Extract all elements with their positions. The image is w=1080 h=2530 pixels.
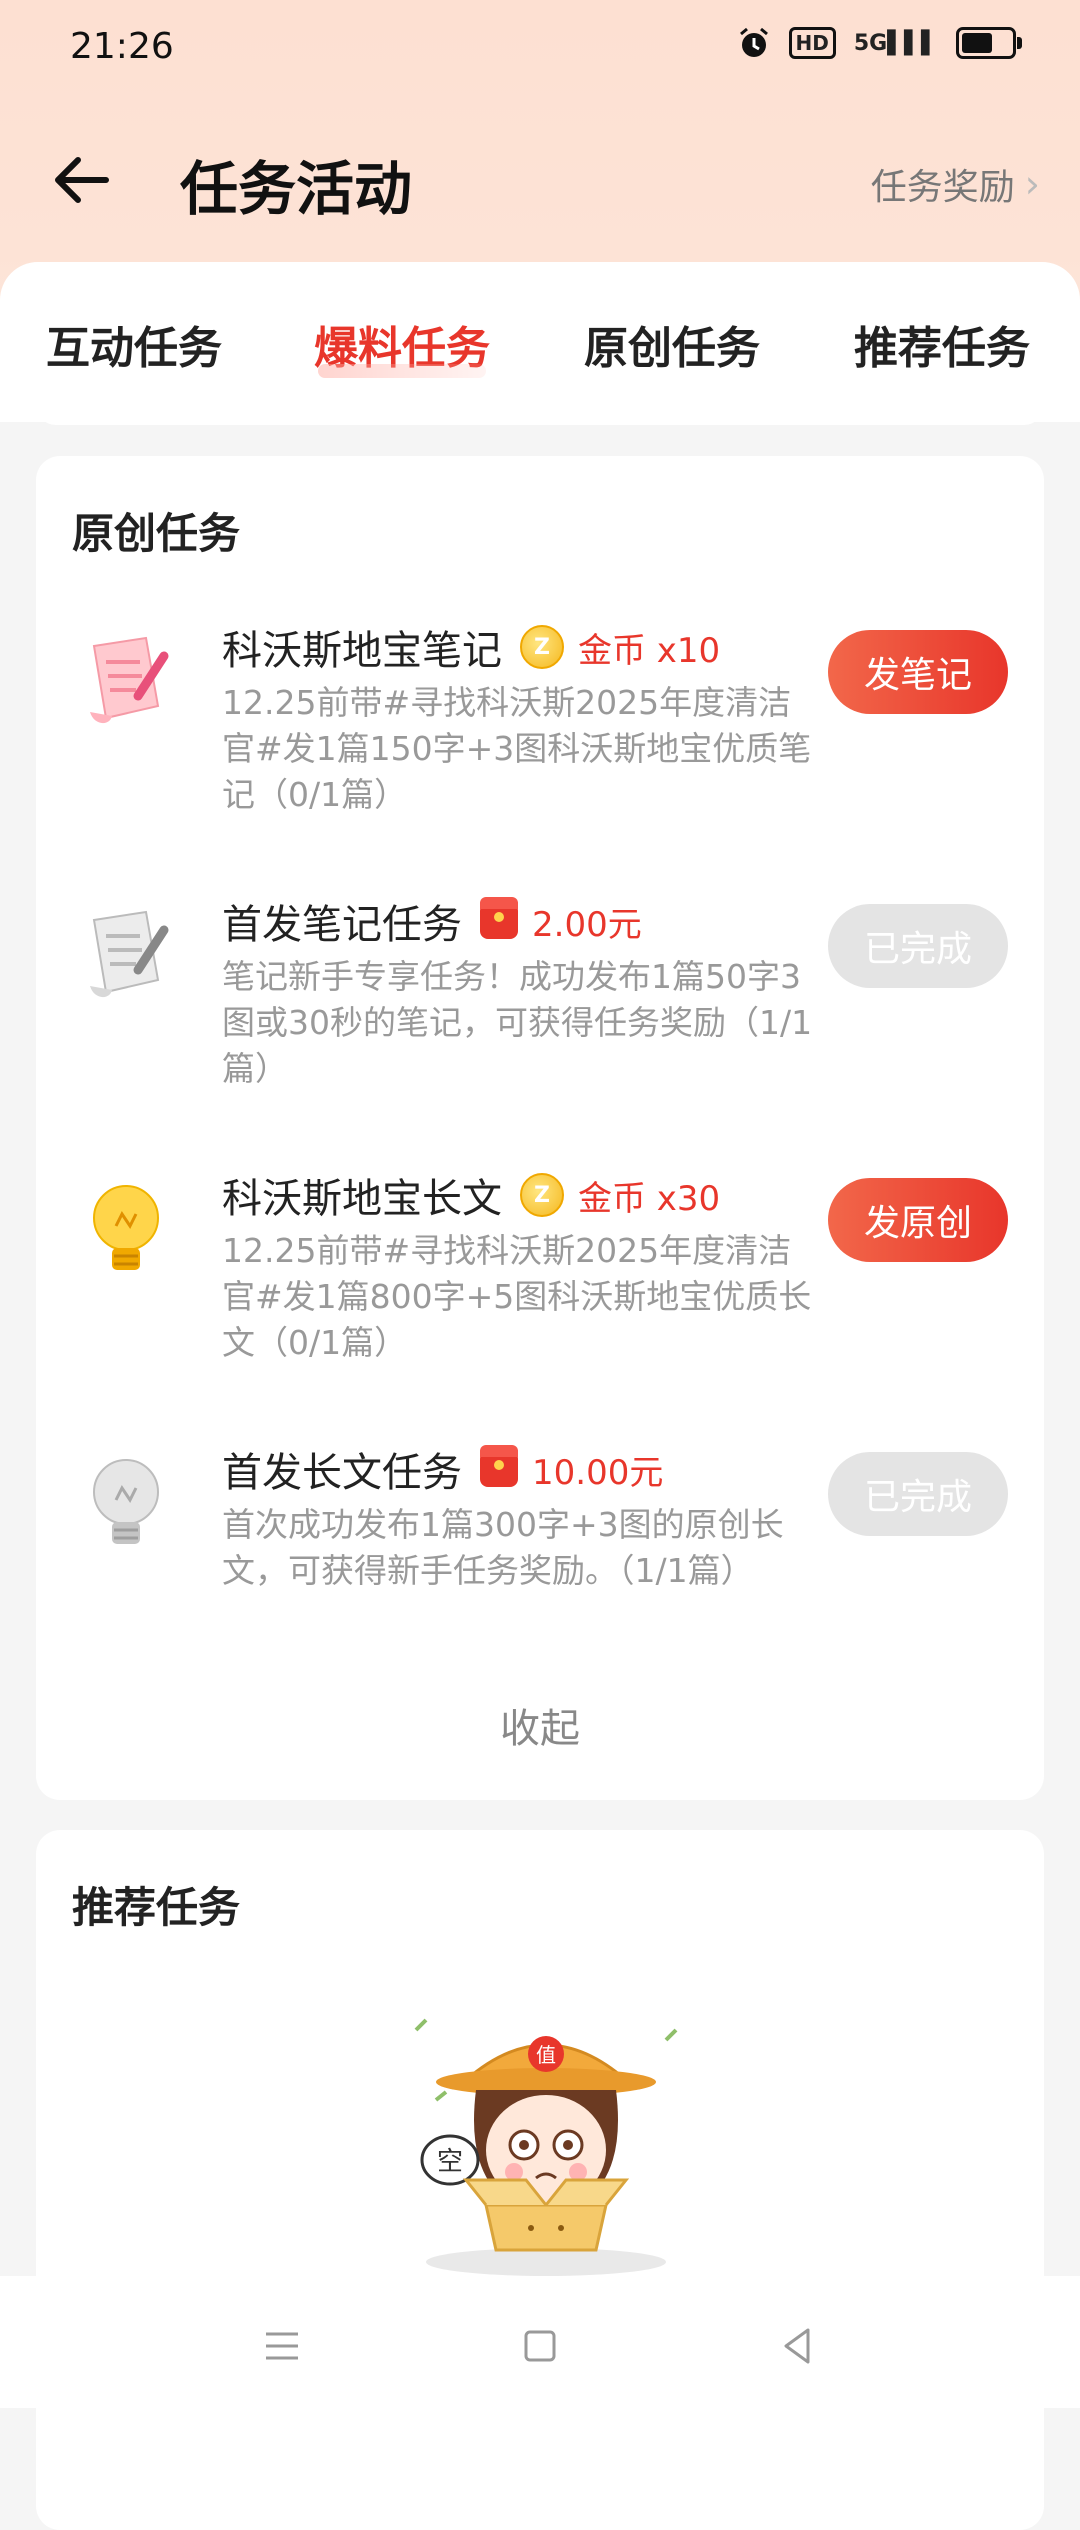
empty-text: 空 bbox=[437, 2147, 463, 2177]
page-title: 任务活动 bbox=[180, 155, 413, 223]
completed-button: 已完成 bbox=[828, 904, 1008, 988]
task-description: 笔记新手专享任务！成功发布1篇50字3图或30秒的笔记，可获得任务奖励（1/1篇… bbox=[222, 957, 813, 1088]
reward-badge: 2.00元 bbox=[480, 897, 642, 946]
recommended-tasks-card: 推荐任务 值 空 bbox=[36, 1830, 1044, 2530]
section-title: 推荐任务 bbox=[72, 1883, 241, 1932]
task-description: 首次成功发布1篇300字+3图的原创长文，可获得新手任务奖励。（1/1篇） bbox=[222, 1505, 784, 1590]
coin-icon: Z bbox=[520, 625, 564, 669]
task-row: 首发长文任务 10.00元 首次成功发布1篇300字+3图的原创长文，可获得新手… bbox=[36, 1418, 1044, 1678]
system-nav-bar bbox=[0, 2276, 1080, 2408]
alarm-icon bbox=[739, 27, 768, 57]
hd-icon: HD bbox=[788, 27, 836, 59]
back-icon[interactable] bbox=[768, 2316, 828, 2376]
reward-label: 金币 x30 bbox=[578, 1178, 721, 1219]
back-arrow-icon[interactable] bbox=[52, 150, 112, 210]
battery-icon bbox=[956, 27, 1022, 59]
status-bar: 21:26 HD 5G▌▌▌ bbox=[0, 0, 1080, 96]
chevron-right-icon: › bbox=[1024, 162, 1040, 206]
task-name: 首发笔记任务 2.00元 bbox=[222, 892, 642, 950]
empty-box-mascot-illustration: 值 空 bbox=[414, 2018, 678, 2276]
tab-original[interactable]: 原创任务 bbox=[584, 312, 760, 376]
collapse-button[interactable]: 收起 bbox=[36, 1696, 1044, 1754]
section-title: 原创任务 bbox=[72, 509, 241, 558]
reward-label: 2.00元 bbox=[532, 904, 642, 945]
post-original-button[interactable]: 发原创 bbox=[828, 1178, 1008, 1262]
red-packet-icon bbox=[480, 1445, 518, 1487]
status-time: 21:26 bbox=[70, 26, 174, 67]
task-row: 科沃斯地宝长文 Z 金币 x30 12.25前带#寻找科沃斯2025年度清洁官#… bbox=[36, 1144, 1044, 1404]
tab-tipoff[interactable]: 爆料任务 bbox=[314, 312, 490, 378]
task-name-text: 科沃斯地宝笔记 bbox=[222, 628, 502, 674]
signal-icon: 5G▌▌▌ bbox=[853, 30, 938, 56]
red-packet-icon bbox=[480, 897, 518, 939]
task-name: 首发长文任务 10.00元 bbox=[222, 1440, 663, 1498]
reward-label: 金币 x10 bbox=[578, 630, 721, 671]
task-description: 12.25前带#寻找科沃斯2025年度清洁官#发1篇150字+3图科沃斯地宝优质… bbox=[222, 683, 812, 814]
menu-icon[interactable] bbox=[252, 2316, 312, 2376]
task-name: 科沃斯地宝笔记 Z 金币 x10 bbox=[222, 618, 720, 676]
task-reward-link[interactable]: 任务奖励 › bbox=[871, 158, 1040, 210]
tab-recommend[interactable]: 推荐任务 bbox=[854, 312, 1030, 376]
original-tasks-card: 原创任务 科沃斯地宝笔记 Z 金币 x10 12.25前带#寻找科沃斯2025年… bbox=[36, 456, 1044, 1800]
task-name: 科沃斯地宝长文 Z 金币 x30 bbox=[222, 1166, 720, 1224]
note-gray-icon bbox=[90, 910, 169, 998]
reward-badge: Z 金币 x30 bbox=[520, 1171, 720, 1220]
network-label: 5G bbox=[853, 30, 888, 56]
reward-label: 10.00元 bbox=[532, 1452, 664, 1493]
task-row: 科沃斯地宝笔记 Z 金币 x10 12.25前带#寻找科沃斯2025年度清洁官#… bbox=[36, 596, 1044, 856]
note-pink-icon bbox=[90, 636, 169, 724]
task-reward-label: 任务奖励 bbox=[870, 167, 1015, 208]
previous-card-edge bbox=[36, 405, 1044, 425]
coin-icon: Z bbox=[520, 1173, 564, 1217]
task-name-text: 科沃斯地宝长文 bbox=[222, 1176, 502, 1222]
tab-bar: 互动任务 爆料任务 原创任务 推荐任务 bbox=[0, 262, 1080, 422]
task-row: 首发笔记任务 2.00元 笔记新手专享任务！成功发布1篇50字3图或30秒的笔记… bbox=[36, 870, 1044, 1130]
completed-button: 已完成 bbox=[828, 1452, 1008, 1536]
post-note-button[interactable]: 发笔记 bbox=[828, 630, 1008, 714]
mascot-badge-text: 值 bbox=[536, 2043, 556, 2067]
task-description: 12.25前带#寻找科沃斯2025年度清洁官#发1篇800字+5图科沃斯地宝优质… bbox=[222, 1231, 812, 1362]
reward-badge: Z 金币 x10 bbox=[520, 623, 720, 672]
status-icons: HD 5G▌▌▌ bbox=[737, 26, 1022, 60]
tab-interactive[interactable]: 互动任务 bbox=[46, 312, 222, 376]
home-icon[interactable] bbox=[510, 2316, 570, 2376]
reward-badge: 10.00元 bbox=[480, 1445, 663, 1494]
task-name-text: 首发长文任务 bbox=[222, 1450, 462, 1496]
bulb-gray-icon bbox=[93, 1459, 159, 1544]
task-name-text: 首发笔记任务 bbox=[222, 902, 462, 948]
bulb-yellow-icon bbox=[93, 1185, 159, 1270]
